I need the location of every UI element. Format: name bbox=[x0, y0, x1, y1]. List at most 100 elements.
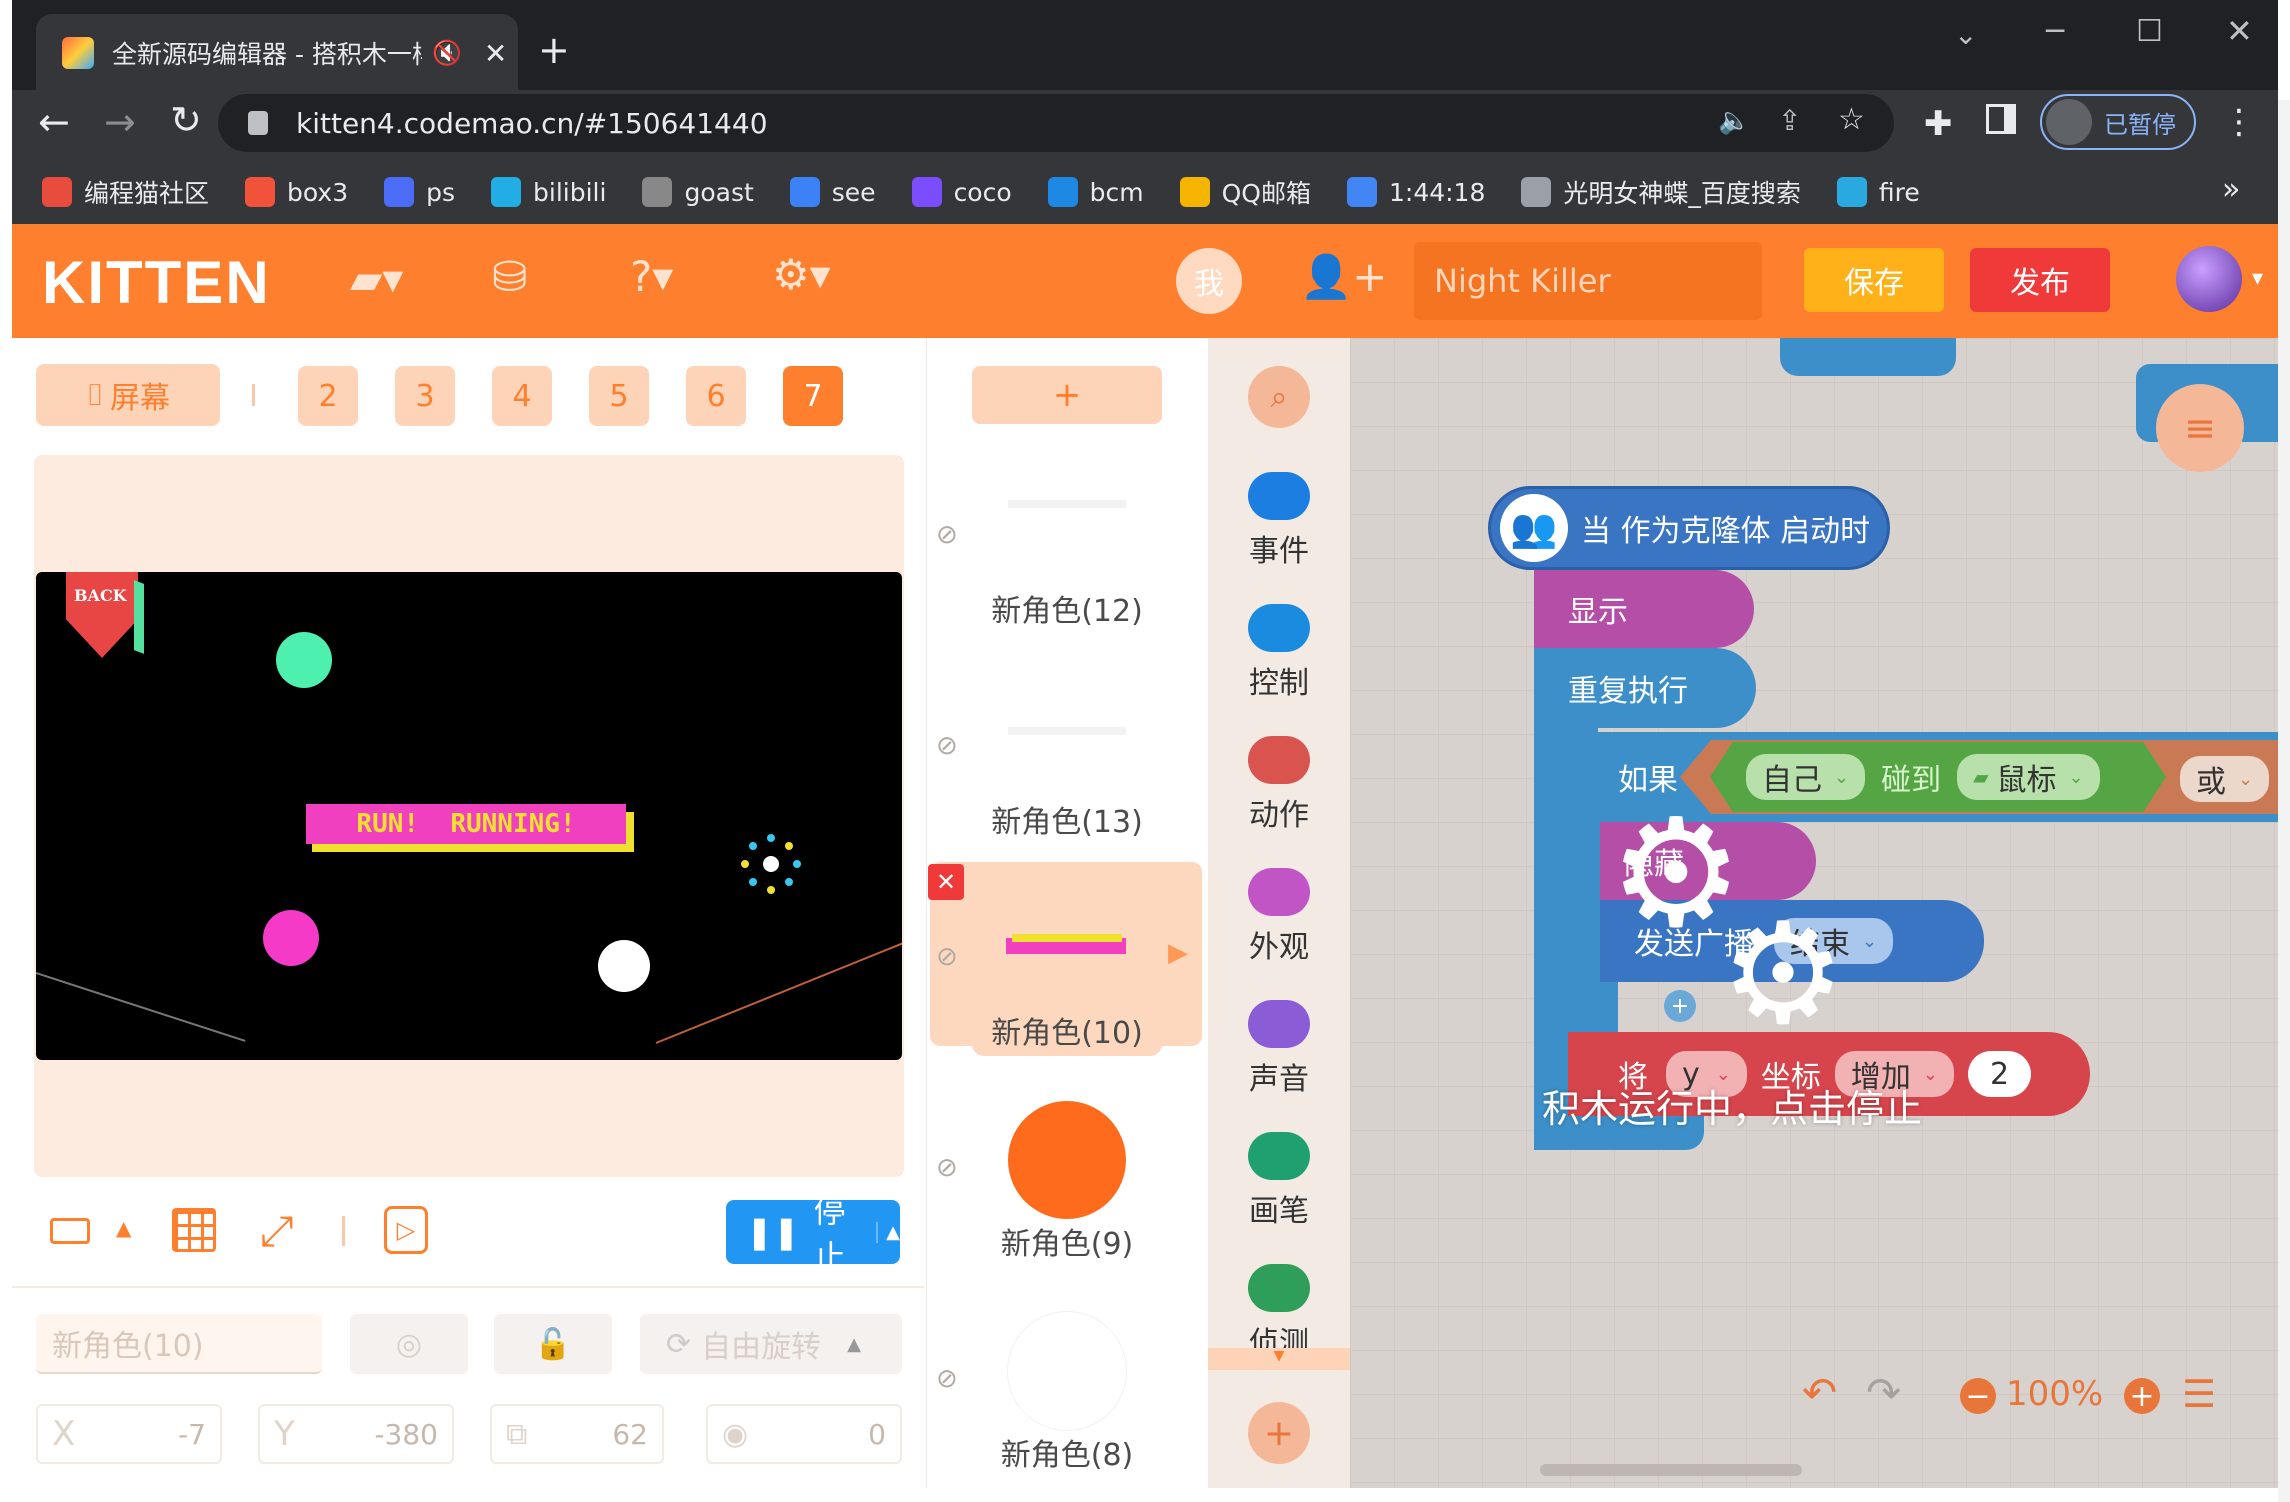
stage-size-dropdown-icon[interactable]: ▲ bbox=[116, 1216, 131, 1240]
amount-input[interactable]: 2 bbox=[1967, 1051, 2032, 1097]
add-sprite-button[interactable]: + bbox=[972, 366, 1162, 424]
code-workspace[interactable]: ≡ 当 作为克隆体 启动时 👥 显示 重复执行 如果 自己 ⌄ 碰到 ▰ 鼠标 ⌄ 或… bbox=[1350, 338, 2278, 1488]
sprite-card[interactable]: 新角色(8) bbox=[972, 1298, 1162, 1478]
add-collaborator-icon[interactable]: 👤+ bbox=[1300, 252, 1388, 302]
rotation-mode-select[interactable]: ⟳ 自由旋转 ▲ bbox=[640, 1314, 902, 1374]
screen-button[interactable]: ⌷ 屏幕 bbox=[36, 364, 220, 426]
zoom-in-button[interactable]: + bbox=[2124, 1378, 2160, 1414]
sprite-card[interactable]: 新角色(10) bbox=[972, 876, 1162, 1056]
settings-gear-icon[interactable]: ⚙▾ bbox=[772, 250, 831, 299]
user-avatar[interactable] bbox=[2176, 246, 2242, 312]
muted-icon[interactable]: 🔇 bbox=[432, 39, 462, 67]
add-extension-button[interactable]: + bbox=[1248, 1402, 1310, 1464]
y-field[interactable]: Y -380 bbox=[258, 1404, 454, 1464]
tab-search-icon[interactable]: ⌄ bbox=[1954, 18, 1977, 51]
repeat-forever-header[interactable]: 重复执行 bbox=[1534, 648, 1756, 728]
undo-icon[interactable]: ↶ bbox=[1802, 1368, 1837, 1417]
publish-button[interactable]: 发布 bbox=[1970, 248, 2110, 312]
category-item[interactable]: 动作 bbox=[1208, 736, 1350, 834]
block-search-float[interactable]: ≡ bbox=[2156, 384, 2244, 472]
sprite-card[interactable]: 新角色(13) bbox=[972, 665, 1162, 845]
running-gear-small-icon[interactable]: ⚙ bbox=[1708, 900, 1858, 1050]
sprite-hidden-eye-icon[interactable]: ⊘ bbox=[936, 520, 958, 550]
fullscreen-icon[interactable]: ⤢ bbox=[260, 1206, 294, 1256]
stop-button[interactable]: ❚❚ 停止 ▲ bbox=[726, 1192, 900, 1276]
bookmark-item[interactable]: box3 bbox=[245, 177, 348, 207]
sprite-hidden-eye-icon[interactable]: ⊘ bbox=[936, 731, 958, 761]
grid-icon[interactable] bbox=[172, 1208, 216, 1252]
screen-tab[interactable]: 2 bbox=[298, 366, 358, 426]
bookmark-item[interactable]: fire bbox=[1836, 177, 1920, 207]
close-window-icon[interactable]: ✕ bbox=[2226, 12, 2253, 50]
or-dropdown[interactable]: 或 ⌄ bbox=[2180, 756, 2270, 802]
offscreen-block-top[interactable] bbox=[1780, 338, 1956, 376]
bookmark-item[interactable]: coco bbox=[911, 177, 1012, 207]
direction-field[interactable]: ◉ 0 bbox=[706, 1404, 902, 1464]
help-icon[interactable]: ?▾ bbox=[630, 252, 673, 301]
back-badge[interactable] bbox=[66, 572, 138, 658]
bookmark-star-icon[interactable]: ☆ bbox=[1838, 102, 1865, 137]
running-overlay-text[interactable]: 积木运行中，点击停止 bbox=[1542, 1078, 1922, 1133]
workspace-scrollbar[interactable] bbox=[1540, 1464, 1802, 1476]
reload-icon[interactable]: ↻ bbox=[170, 98, 202, 142]
category-item[interactable]: 声音 bbox=[1208, 1000, 1350, 1098]
mouse-dropdown[interactable]: ▰ 鼠标 ⌄ bbox=[1957, 754, 2100, 800]
screen-tab[interactable]: 7 bbox=[783, 366, 843, 426]
bookmark-item[interactable]: QQ邮箱 bbox=[1179, 174, 1311, 210]
sprite-expand-icon[interactable]: ▶ bbox=[1168, 938, 1188, 968]
sprite-hidden-eye-icon[interactable]: ⊘ bbox=[936, 942, 958, 972]
project-name-input[interactable]: Night Killer bbox=[1414, 242, 1762, 320]
stop-dropdown-icon[interactable]: ▲ bbox=[876, 1221, 900, 1243]
extensions-icon[interactable]: ✚ bbox=[1924, 104, 1953, 144]
visibility-toggle[interactable]: ◎ bbox=[350, 1314, 468, 1374]
menu-kebab-icon[interactable]: ⋮ bbox=[2222, 102, 2256, 142]
tab-close-icon[interactable]: ✕ bbox=[484, 37, 507, 70]
bookmark-item[interactable]: see bbox=[789, 177, 876, 207]
bookmark-item[interactable]: 编程猫社区 bbox=[42, 174, 209, 210]
stage-size-icon[interactable] bbox=[50, 1218, 90, 1244]
sidepanel-icon[interactable] bbox=[1986, 104, 2016, 134]
category-item[interactable]: 事件 bbox=[1208, 472, 1350, 570]
category-item[interactable]: 控制 bbox=[1208, 604, 1350, 702]
x-field[interactable]: X -7 bbox=[36, 1404, 222, 1464]
bookmark-item[interactable]: 1:44:18 bbox=[1346, 177, 1485, 207]
category-scroll-down[interactable]: ▼ bbox=[1208, 1348, 1350, 1370]
sprite-hidden-eye-icon[interactable]: ⊘ bbox=[936, 1364, 958, 1394]
lock-toggle[interactable]: 🔓 bbox=[494, 1314, 612, 1374]
touch-condition[interactable]: 自己 ⌄ 碰到 ▰ 鼠标 ⌄ bbox=[1710, 742, 2166, 812]
bookmark-item[interactable]: ps bbox=[384, 177, 455, 207]
bookmark-item[interactable]: bilibili bbox=[491, 177, 606, 207]
bookmark-item[interactable]: bcm bbox=[1047, 177, 1144, 207]
category-item[interactable]: 画笔 bbox=[1208, 1132, 1350, 1230]
record-play-icon[interactable]: ▷ bbox=[384, 1206, 428, 1254]
screen-tab[interactable]: 4 bbox=[492, 366, 552, 426]
bookmarks-overflow[interactable]: » bbox=[2222, 172, 2240, 207]
align-blocks-icon[interactable]: ☰ bbox=[2182, 1372, 2216, 1416]
maximize-icon[interactable]: ☐ bbox=[2136, 14, 2163, 49]
save-button[interactable]: 保存 bbox=[1804, 248, 1944, 312]
folder-icon[interactable]: ▰▾ bbox=[350, 254, 403, 303]
screen-tab[interactable]: 3 bbox=[395, 366, 455, 426]
backpack-icon[interactable]: ⛁ bbox=[492, 252, 527, 301]
bookmark-item[interactable]: 光明女神蝶_百度搜索 bbox=[1521, 174, 1801, 210]
profile-chip[interactable]: 已暂停 bbox=[2040, 94, 2196, 150]
forward-icon[interactable]: → bbox=[104, 100, 136, 144]
address-bar[interactable]: kitten4.codemao.cn/#150641440 🔈 ⇪ ☆ bbox=[218, 94, 1894, 152]
zoom-out-button[interactable]: − bbox=[1960, 1378, 1996, 1414]
minimize-icon[interactable]: ─ bbox=[2046, 14, 2064, 49]
if-add-branch-icon[interactable]: + bbox=[1664, 990, 1696, 1022]
block-search-button[interactable]: ⌕ bbox=[1248, 366, 1310, 428]
size-field[interactable]: ⧉ 62 bbox=[490, 1404, 664, 1464]
delete-sprite-button[interactable]: ✕ bbox=[928, 864, 964, 900]
sprite-card[interactable]: 新角色(12) bbox=[972, 454, 1162, 634]
category-item[interactable]: 外观 bbox=[1208, 868, 1350, 966]
new-tab-icon[interactable]: + bbox=[538, 28, 570, 72]
share-icon[interactable]: ⇪ bbox=[1778, 104, 1801, 137]
self-dropdown[interactable]: 自己 ⌄ bbox=[1746, 754, 1866, 800]
bookmark-item[interactable]: goast bbox=[642, 177, 754, 207]
screen-tab[interactable]: 6 bbox=[686, 366, 746, 426]
sprite-name-field[interactable]: 新角色(10) bbox=[36, 1314, 322, 1374]
show-block[interactable]: 显示 bbox=[1534, 570, 1754, 648]
media-blocked-icon[interactable]: 🔈 bbox=[1718, 106, 1750, 136]
redo-icon[interactable]: ↷ bbox=[1866, 1368, 1901, 1417]
